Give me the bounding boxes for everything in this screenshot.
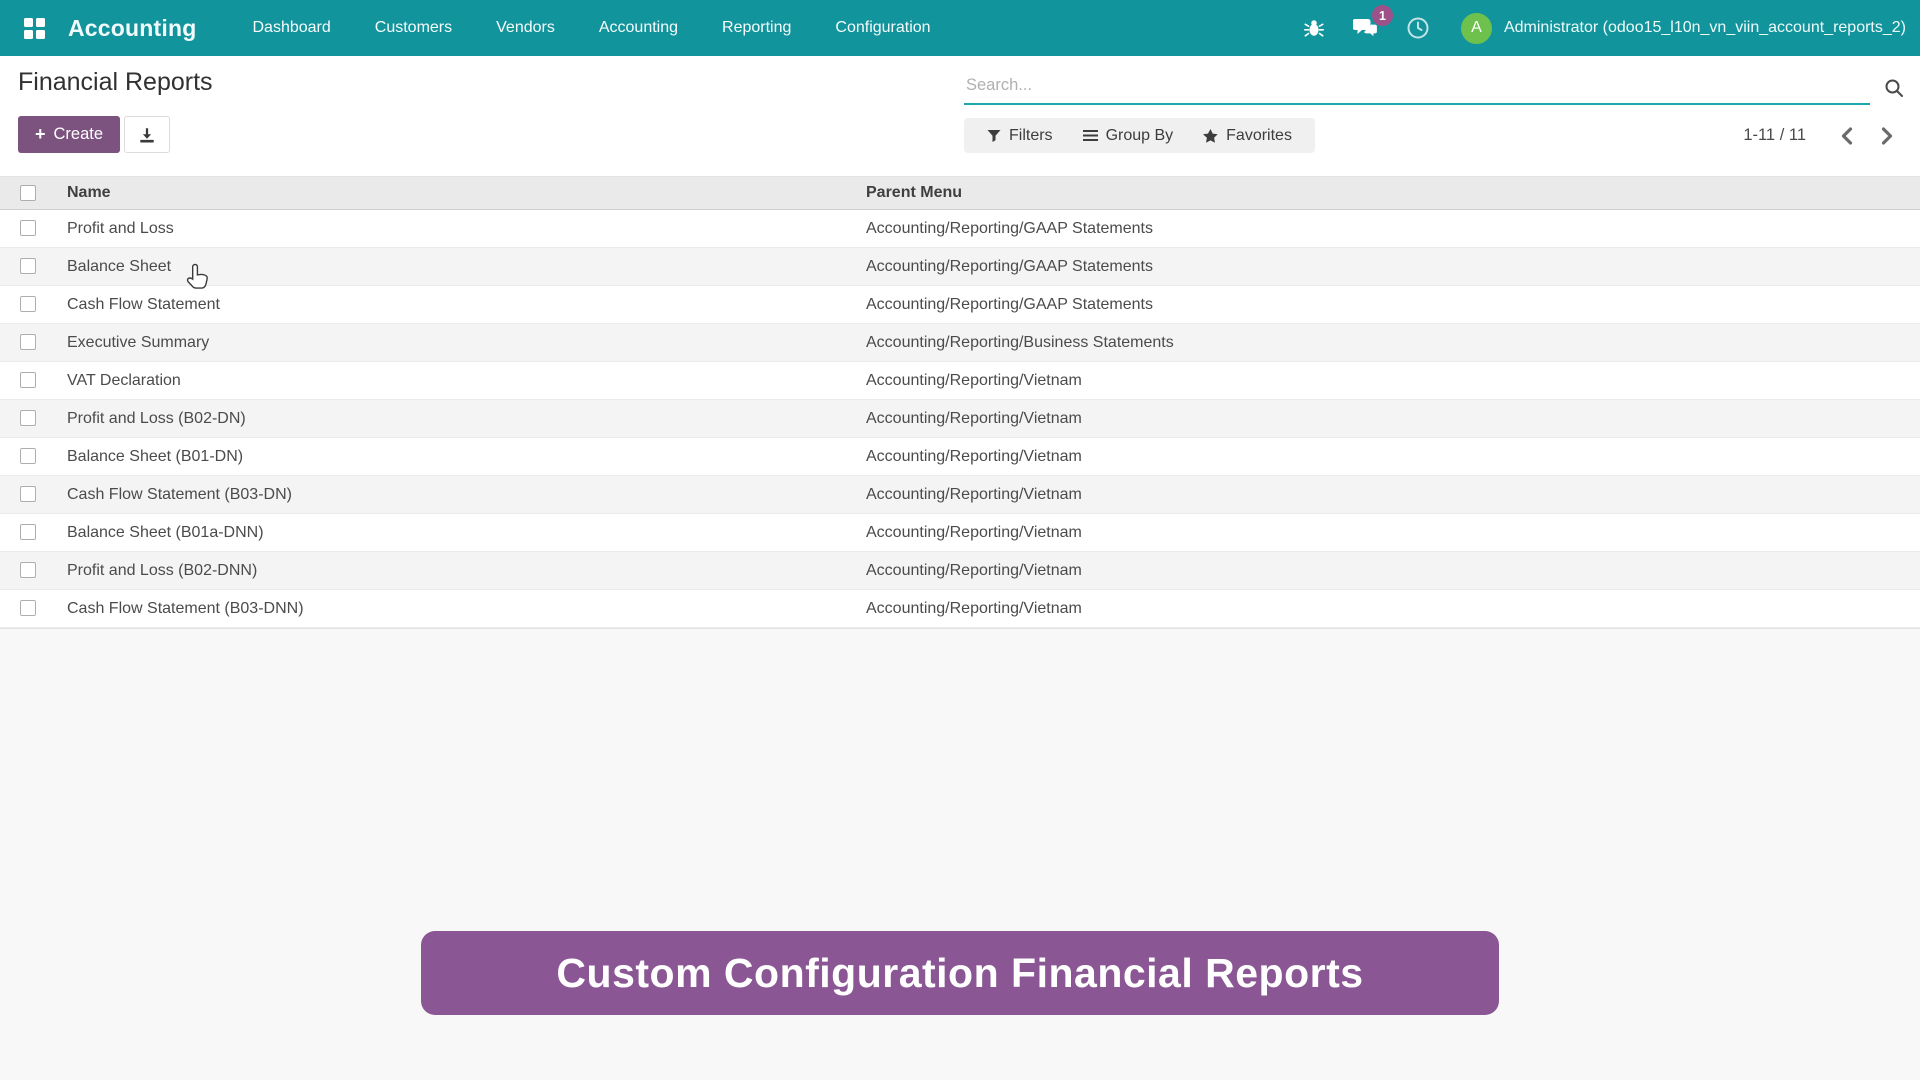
parent-menu-cell: Accounting/Reporting/Vietnam [862,514,1920,552]
favorites-label: Favorites [1226,127,1292,145]
action-buttons: + Create [18,116,170,153]
main-menu-bar: DashboardCustomersVendorsAccountingRepor… [231,0,953,56]
select-all-checkbox[interactable] [20,185,36,201]
report-name-cell: Executive Summary [55,324,862,362]
apps-grid-icon[interactable] [14,8,54,48]
systray: 1 A Administrator (odoo15_l10n_vn_viin_a… [1279,11,1906,45]
messages-count-badge: 1 [1372,5,1393,26]
group-by-button[interactable]: Group By [1068,127,1189,145]
pager-range: 1-11 / 11 [1743,126,1806,145]
table-row[interactable]: Cash Flow StatementAccounting/Reporting/… [0,286,1920,324]
row-checkbox[interactable] [20,410,36,426]
table-row[interactable]: Balance SheetAccounting/Reporting/GAAP S… [0,248,1920,286]
table-row[interactable]: Balance Sheet (B01a-DNN)Accounting/Repor… [0,514,1920,552]
control-panel: Financial Reports + Create [0,56,1920,176]
messages-icon[interactable]: 1 [1349,11,1383,45]
group-by-label: Group By [1106,127,1174,145]
parent-menu-cell: Accounting/Reporting/GAAP Statements [862,286,1920,324]
table-row[interactable]: Balance Sheet (B01-DN)Accounting/Reporti… [0,438,1920,476]
plus-icon: + [35,124,46,145]
user-menu[interactable]: A Administrator (odoo15_l10n_vn_viin_acc… [1461,13,1906,44]
report-name-cell: Balance Sheet (B01a-DNN) [55,514,862,552]
parent-menu-cell: Accounting/Reporting/Vietnam [862,362,1920,400]
column-header-parent-menu[interactable]: Parent Menu [862,177,1920,210]
menu-vendors[interactable]: Vendors [474,0,577,56]
parent-menu-cell: Accounting/Reporting/Business Statements [862,324,1920,362]
filter-pill: Filters Group By Favorites [964,118,1315,153]
debug-bug-icon[interactable] [1297,11,1331,45]
pager: 1-11 / 11 [1743,121,1902,151]
menu-configuration[interactable]: Configuration [813,0,952,56]
parent-menu-cell: Accounting/Reporting/Vietnam [862,400,1920,438]
menu-customers[interactable]: Customers [353,0,474,56]
report-name-cell: Profit and Loss (B02-DN) [55,400,862,438]
row-checkbox[interactable] [20,334,36,350]
report-name-cell: VAT Declaration [55,362,862,400]
report-name-cell: Cash Flow Statement (B03-DNN) [55,590,862,628]
filter-row: Filters Group By Favorites [964,118,1902,153]
pager-previous-button[interactable] [1832,121,1862,151]
download-icon [138,126,156,144]
page-title: Financial Reports [18,68,213,97]
caption-banner: Custom Configuration Financial Reports [421,931,1499,1015]
user-avatar: A [1461,13,1492,44]
apps-grid-glyph [22,16,47,41]
create-button-label: Create [54,125,104,144]
export-button[interactable] [124,116,170,153]
table-row[interactable]: Executive SummaryAccounting/Reporting/Bu… [0,324,1920,362]
favorites-button[interactable]: Favorites [1188,127,1307,145]
report-name-cell: Balance Sheet [55,248,862,286]
row-checkbox[interactable] [20,524,36,540]
star-icon [1203,129,1218,143]
row-checkbox[interactable] [20,562,36,578]
financial-reports-table: Name Parent Menu Profit and LossAccounti… [0,176,1920,628]
menu-reporting[interactable]: Reporting [700,0,813,56]
report-name-cell: Profit and Loss (B02-DNN) [55,552,862,590]
table-row[interactable]: Profit and LossAccounting/Reporting/GAAP… [0,210,1920,248]
menu-accounting[interactable]: Accounting [577,0,700,56]
search-input-wrap [964,70,1870,105]
table-body: Profit and LossAccounting/Reporting/GAAP… [0,210,1920,628]
row-checkbox[interactable] [20,258,36,274]
table-row[interactable]: Cash Flow Statement (B03-DNN)Accounting/… [0,590,1920,628]
table-row[interactable]: Profit and Loss (B02-DNN)Accounting/Repo… [0,552,1920,590]
parent-menu-cell: Accounting/Reporting/GAAP Statements [862,248,1920,286]
filters-label: Filters [1009,127,1053,145]
filter-funnel-icon [987,129,1001,143]
report-name-cell: Cash Flow Statement (B03-DN) [55,476,862,514]
user-name: Administrator (odoo15_l10n_vn_viin_accou… [1504,19,1906,37]
activities-clock-icon[interactable] [1401,11,1435,45]
row-checkbox[interactable] [20,372,36,388]
bug-glyph [1303,17,1325,39]
pager-next-button[interactable] [1872,121,1902,151]
top-navbar: Accounting DashboardCustomersVendorsAcco… [0,0,1920,56]
menu-dashboard[interactable]: Dashboard [231,0,353,56]
app-name[interactable]: Accounting [68,15,197,42]
row-checkbox[interactable] [20,448,36,464]
table-row[interactable]: Cash Flow Statement (B03-DN)Accounting/R… [0,476,1920,514]
report-name-cell: Balance Sheet (B01-DN) [55,438,862,476]
search-zone [964,70,1902,105]
table-row[interactable]: VAT DeclarationAccounting/Reporting/Viet… [0,362,1920,400]
parent-menu-cell: Accounting/Reporting/Vietnam [862,590,1920,628]
filters-button[interactable]: Filters [972,127,1068,145]
parent-menu-cell: Accounting/Reporting/GAAP Statements [862,210,1920,248]
row-checkbox[interactable] [20,486,36,502]
row-checkbox[interactable] [20,600,36,616]
parent-menu-cell: Accounting/Reporting/Vietnam [862,438,1920,476]
column-header-name[interactable]: Name [55,177,862,210]
row-checkbox[interactable] [20,220,36,236]
parent-menu-cell: Accounting/Reporting/Vietnam [862,552,1920,590]
clock-glyph [1406,16,1430,40]
group-by-lines-icon [1083,129,1098,142]
table-header-row: Name Parent Menu [0,177,1920,210]
parent-menu-cell: Accounting/Reporting/Vietnam [862,476,1920,514]
report-name-cell: Profit and Loss [55,210,862,248]
search-icon[interactable] [1884,78,1904,103]
create-button[interactable]: + Create [18,116,120,153]
row-checkbox[interactable] [20,296,36,312]
search-input[interactable] [964,70,1870,103]
table-row[interactable]: Profit and Loss (B02-DN)Accounting/Repor… [0,400,1920,438]
report-name-cell: Cash Flow Statement [55,286,862,324]
